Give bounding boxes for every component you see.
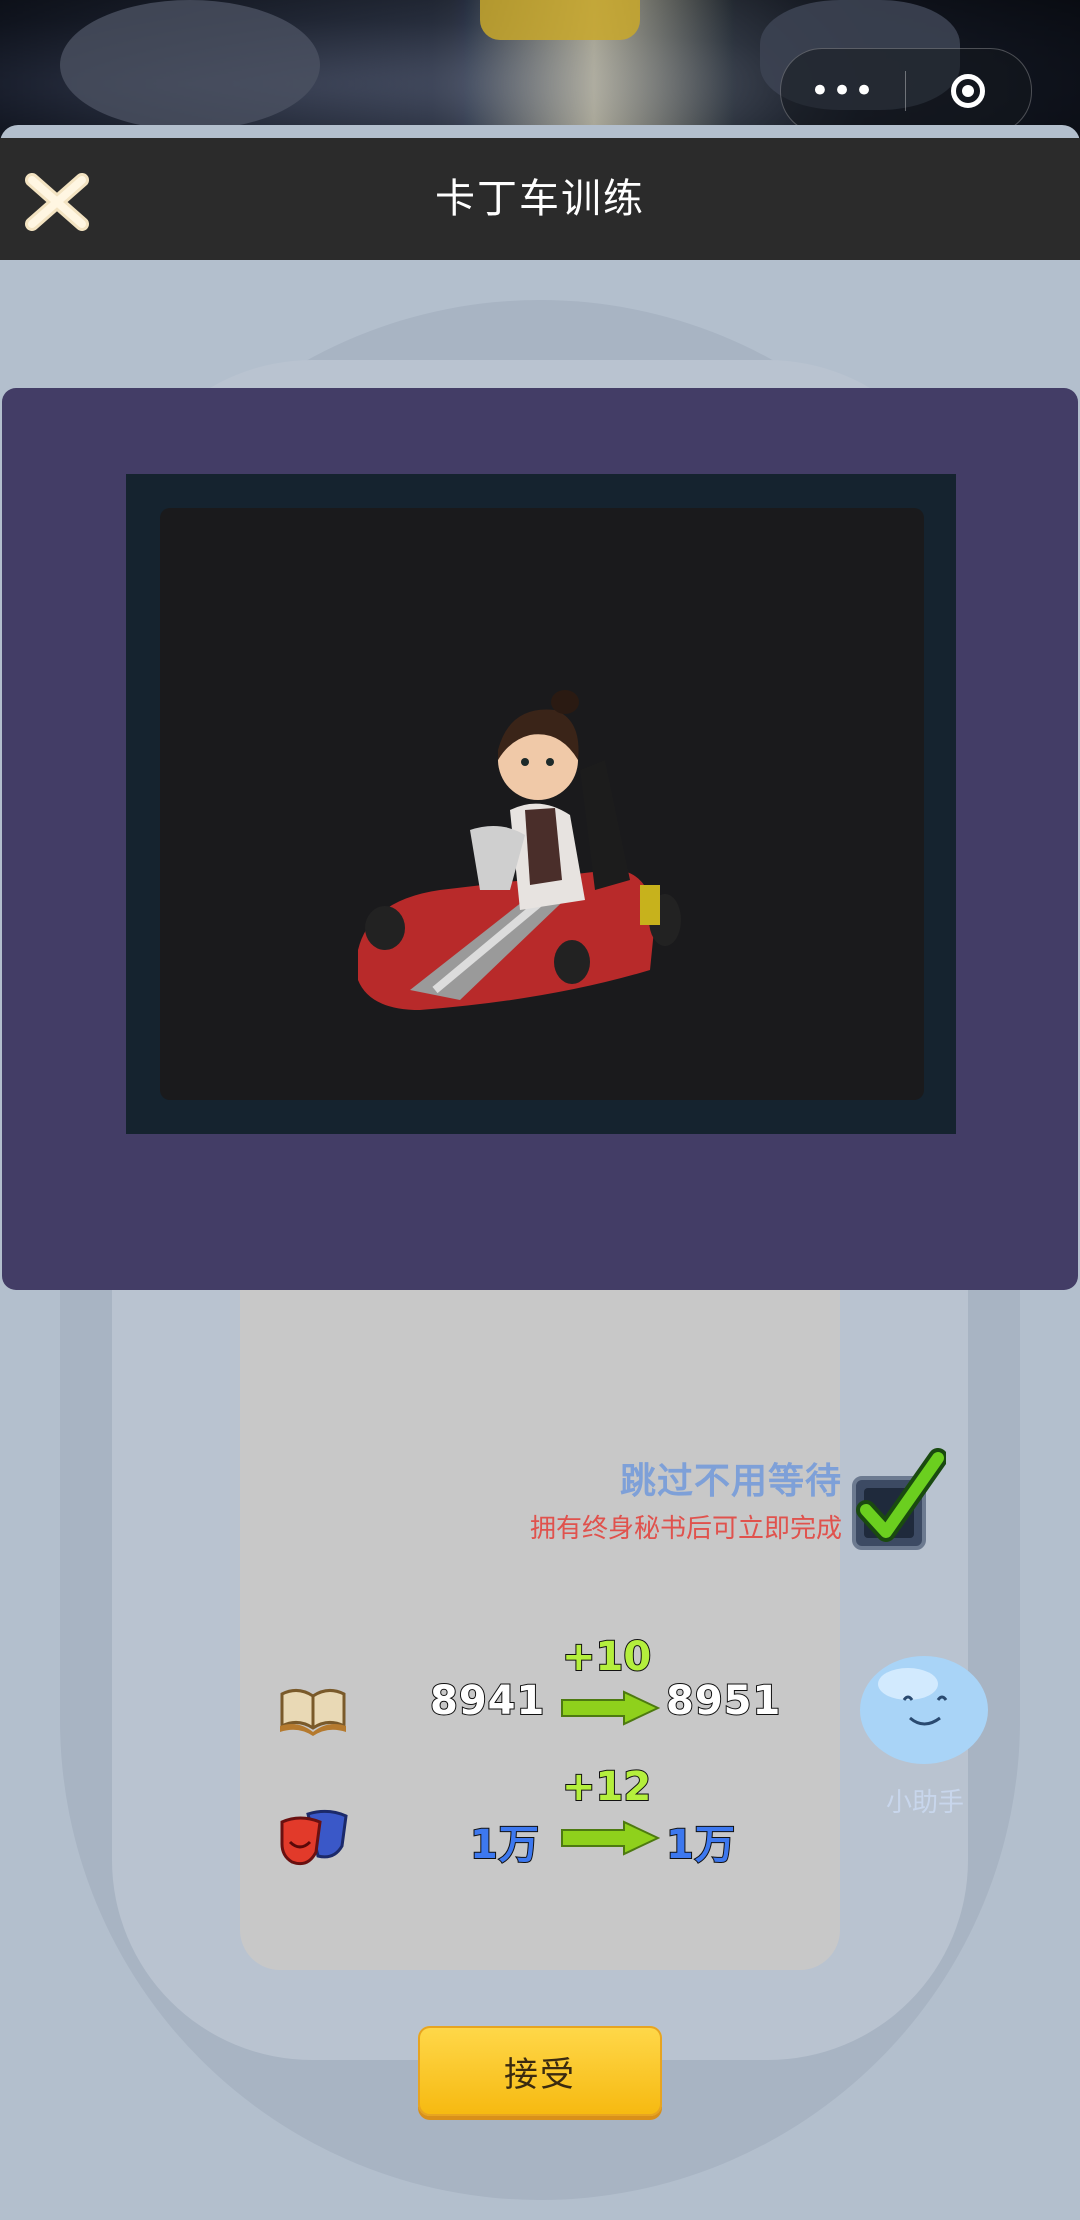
reward-card bbox=[240, 1290, 840, 1970]
skip-wait-checkbox[interactable] bbox=[850, 1448, 948, 1554]
book-icon bbox=[280, 1689, 346, 1736]
close-x-icon bbox=[25, 173, 89, 231]
arrow-right-icon bbox=[561, 1690, 660, 1726]
mascot-label: 小助手 bbox=[885, 1788, 964, 1818]
stat-increment: +10 bbox=[561, 1633, 652, 1681]
stat-current-value: 1万 bbox=[469, 1821, 540, 1869]
smiley-blob-icon[interactable] bbox=[858, 1648, 990, 1766]
stat-current-value: 8941 bbox=[429, 1677, 546, 1725]
accept-button[interactable]: 接受 bbox=[418, 2026, 662, 2116]
close-miniprogram-button[interactable] bbox=[906, 74, 1030, 108]
skip-wait-label: 跳过不用等待 bbox=[619, 1461, 842, 1502]
backdrop-shape bbox=[480, 0, 640, 40]
backdrop-shape bbox=[60, 0, 320, 130]
stat-increment: +12 bbox=[561, 1763, 652, 1811]
skip-wait-hint: 拥有终身秘书后可立即完成 bbox=[529, 1514, 842, 1544]
dialog-title: 卡丁车训练 bbox=[435, 176, 645, 222]
more-menu-button[interactable]: ••• bbox=[781, 49, 905, 133]
arrow-right-icon bbox=[561, 1820, 660, 1856]
close-button[interactable] bbox=[22, 172, 92, 232]
stat-next-value: 1万 bbox=[665, 1821, 736, 1869]
stat-next-value: 8951 bbox=[665, 1677, 782, 1725]
kart-driver-character bbox=[358, 690, 681, 1010]
miniprogram-capsule: ••• bbox=[780, 48, 1032, 134]
circle-target-icon bbox=[951, 74, 985, 108]
drama-mask-icon bbox=[280, 1809, 348, 1866]
checkmark-icon bbox=[852, 1448, 948, 1550]
